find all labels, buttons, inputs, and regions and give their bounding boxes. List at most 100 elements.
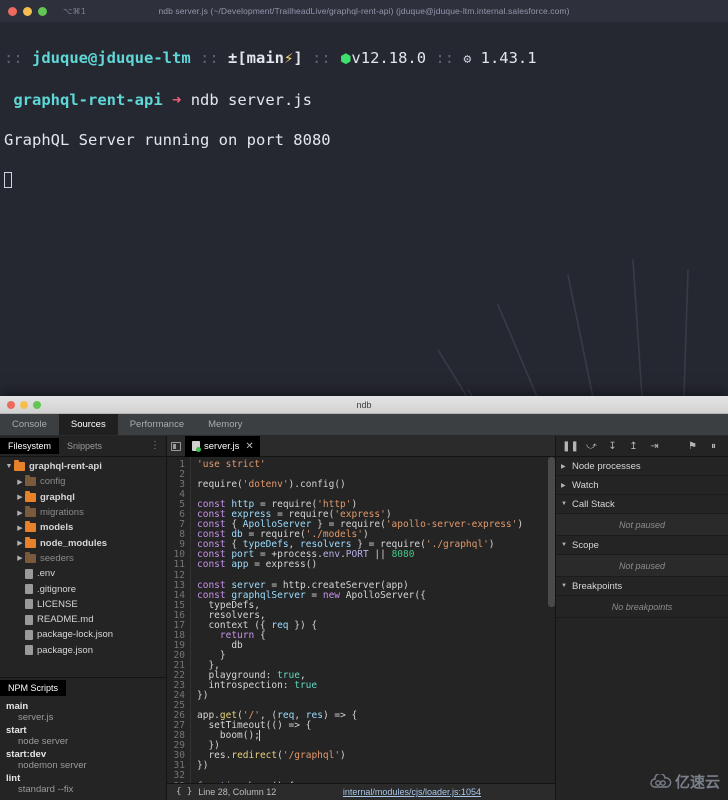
code-line[interactable]: res.redirect('/graphql') xyxy=(197,751,555,761)
code-line[interactable]: boom(); xyxy=(197,730,555,742)
file-icon xyxy=(25,584,33,595)
folder-icon xyxy=(25,475,36,487)
npm-scripts-header[interactable]: NPM Scripts xyxy=(0,678,166,697)
folder-icon xyxy=(25,506,36,518)
npm-script-lint[interactable]: lint standard --fix xyxy=(0,772,166,796)
code-line[interactable]: 'use strict' xyxy=(197,459,555,470)
step-into-button[interactable]: ↧ xyxy=(606,440,619,453)
maximize-button[interactable] xyxy=(38,6,47,16)
step-out-button[interactable]: ↥ xyxy=(627,440,640,453)
pause-on-exceptions-button[interactable]: ⏸ xyxy=(707,440,720,453)
chevron-down-icon[interactable]: ▼ xyxy=(561,583,568,589)
npm-scripts-list[interactable]: main server.js start node server start:dev no… xyxy=(0,697,166,800)
folder-icon xyxy=(25,521,36,533)
tab-sources[interactable]: Sources xyxy=(58,414,118,435)
tree-item-migrations[interactable]: ▶ migrations xyxy=(0,505,166,520)
debugger-toolbar[interactable]: ❚❚ ⤻ ↧ ↥ ⇥ ⚑ ⏸ xyxy=(556,436,728,457)
resume-pause-button[interactable]: ❚❚ xyxy=(562,440,579,453)
tab-performance[interactable]: Performance xyxy=(118,414,196,435)
chevron-right-icon[interactable]: ▶ xyxy=(15,509,25,517)
more-options-icon[interactable]: ⋮ xyxy=(150,441,160,451)
tree-item-models[interactable]: ▶ models xyxy=(0,520,166,535)
tree-item-graphql-rent-api[interactable]: ▼ graphql-rent-api xyxy=(0,459,166,474)
toggle-navigator-button[interactable] xyxy=(167,436,185,457)
close-button[interactable] xyxy=(8,6,17,16)
prompt-sep-4: :: xyxy=(435,49,455,67)
chevron-right-icon[interactable]: ▶ xyxy=(15,524,25,532)
tab-snippets[interactable]: Snippets xyxy=(59,438,110,454)
deactivate-breakpoints-button[interactable]: ⚑ xyxy=(686,440,699,453)
navigator-tabbar[interactable]: Filesystem Snippets ⋮ xyxy=(0,436,166,457)
close-icon[interactable]: ✕ xyxy=(245,441,253,452)
tree-item-gitignore[interactable]: .gitignore xyxy=(0,581,166,596)
editor-tab-server-js[interactable]: server.js ✕ xyxy=(185,435,260,457)
debug-section-breakpoints[interactable]: ▼ Breakpoints xyxy=(556,577,728,596)
chevron-down-icon[interactable]: ▼ xyxy=(561,501,568,507)
debug-section-node-processes[interactable]: ▶ Node processes xyxy=(556,457,728,476)
editor-scrollbar[interactable] xyxy=(548,457,555,607)
devtools-tabbar[interactable]: Console Sources Performance Memory xyxy=(0,414,728,436)
terminal-output[interactable]: :: jduque@jduque-ltm :: ±[main⚡] :: ⬢v12… xyxy=(0,22,728,230)
chevron-right-icon[interactable]: ▶ xyxy=(15,554,25,562)
chevron-right-icon[interactable]: ▶ xyxy=(15,493,25,501)
chevron-right-icon[interactable]: ▶ xyxy=(15,478,25,486)
code-token: ApolloServer xyxy=(345,589,415,601)
code-line[interactable]: function boom() { xyxy=(197,781,555,783)
code-editor[interactable]: 1 2 3 4 5 6 7 8 9 10 11 12 13 14 15 16 17 18 19 20 21 22 23 24 2… xyxy=(167,457,555,783)
npm-script-main[interactable]: main server.js xyxy=(0,700,166,724)
editor-tabstrip[interactable]: server.js ✕ xyxy=(167,435,555,457)
tree-item-readme-md[interactable]: README.md xyxy=(0,612,166,627)
chevron-down-icon[interactable]: ▼ xyxy=(561,542,568,548)
code-line[interactable]: db xyxy=(197,640,555,651)
debug-section-scope[interactable]: ▼ Scope xyxy=(556,536,728,555)
tree-item-label: .env xyxy=(37,568,55,580)
tree-item-seeders[interactable]: ▶ seeders xyxy=(0,551,166,566)
code-line[interactable]: }) xyxy=(197,691,555,701)
code-line[interactable]: return { xyxy=(197,630,555,641)
npm-script-command[interactable]: server.js xyxy=(6,712,166,723)
npm-script-command[interactable]: standard --fix xyxy=(6,784,166,795)
terminal-titlebar: ⌥⌘1 ndb server.js (~/Development/Trailhe… xyxy=(0,0,728,22)
npm-script-name: start xyxy=(6,725,27,736)
code-content[interactable]: 'use strict' require('dotenv').config() … xyxy=(191,457,555,783)
terminal-window-controls[interactable] xyxy=(0,6,47,16)
tree-item-config[interactable]: ▶ config xyxy=(0,474,166,489)
chevron-right-icon[interactable]: ▶ xyxy=(561,463,568,470)
ndb-window[interactable]: ndb Console Sources Performance Memory File… xyxy=(0,396,728,800)
tab-filesystem[interactable]: Filesystem xyxy=(0,438,60,454)
npm-script-start-dev[interactable]: start:dev nodemon server xyxy=(0,748,166,772)
npm-script-name: lint xyxy=(6,773,21,784)
tree-item-graphql[interactable]: ▶ graphql xyxy=(0,490,166,505)
tab-npm-scripts[interactable]: NPM Scripts xyxy=(0,679,67,696)
tab-memory[interactable]: Memory xyxy=(196,414,254,435)
chevron-down-icon[interactable]: ▼ xyxy=(4,463,14,470)
npm-script-command[interactable]: node server xyxy=(6,736,166,747)
debug-section-call-stack[interactable]: ▼ Call Stack xyxy=(556,495,728,514)
step-over-button[interactable]: ⤻ xyxy=(585,440,598,453)
chevron-right-icon[interactable]: ▶ xyxy=(15,539,25,547)
code-line[interactable]: } xyxy=(197,650,555,661)
tree-item-node-modules[interactable]: ▶ node_modules xyxy=(0,535,166,550)
prompt-user-host: jduque@jduque-ltm xyxy=(32,49,191,67)
step-button[interactable]: ⇥ xyxy=(648,440,661,453)
error-source-link[interactable]: internal/modules/cjs/loader.js:1054 xyxy=(343,787,481,797)
tab-console[interactable]: Console xyxy=(0,414,59,435)
line-number-gutter: 1 2 3 4 5 6 7 8 9 10 11 12 13 14 15 16 17 18 19 20 21 22 23 24 2… xyxy=(167,457,191,783)
tree-item-package-json[interactable]: package.json xyxy=(0,643,166,658)
chevron-right-icon[interactable]: ▶ xyxy=(561,482,568,489)
editor-status-bar: { } Line 28, Column 12 internal/modules/… xyxy=(167,783,555,800)
format-braces-icon[interactable]: { } xyxy=(167,787,198,797)
tree-item-license[interactable]: LICENSE xyxy=(0,597,166,612)
code-token: express xyxy=(265,559,306,571)
code-line[interactable]: }) xyxy=(197,761,555,771)
debug-section-watch[interactable]: ▶ Watch xyxy=(556,476,728,495)
minimize-button[interactable] xyxy=(23,6,32,16)
tree-item-package-lock-json[interactable]: package-lock.json xyxy=(0,627,166,642)
npm-script-start[interactable]: start node server xyxy=(0,724,166,748)
code-line[interactable]: introspection: true xyxy=(197,681,555,691)
code-line[interactable]: require('dotenv').config() xyxy=(197,480,555,490)
tree-item-env[interactable]: .env xyxy=(0,566,166,581)
npm-script-command[interactable]: nodemon server xyxy=(6,760,166,771)
file-tree[interactable]: ▼ graphql-rent-api ▶ config ▶ graphql ▶ migrati… xyxy=(0,457,166,677)
code-line[interactable]: const app = express() xyxy=(197,560,555,570)
